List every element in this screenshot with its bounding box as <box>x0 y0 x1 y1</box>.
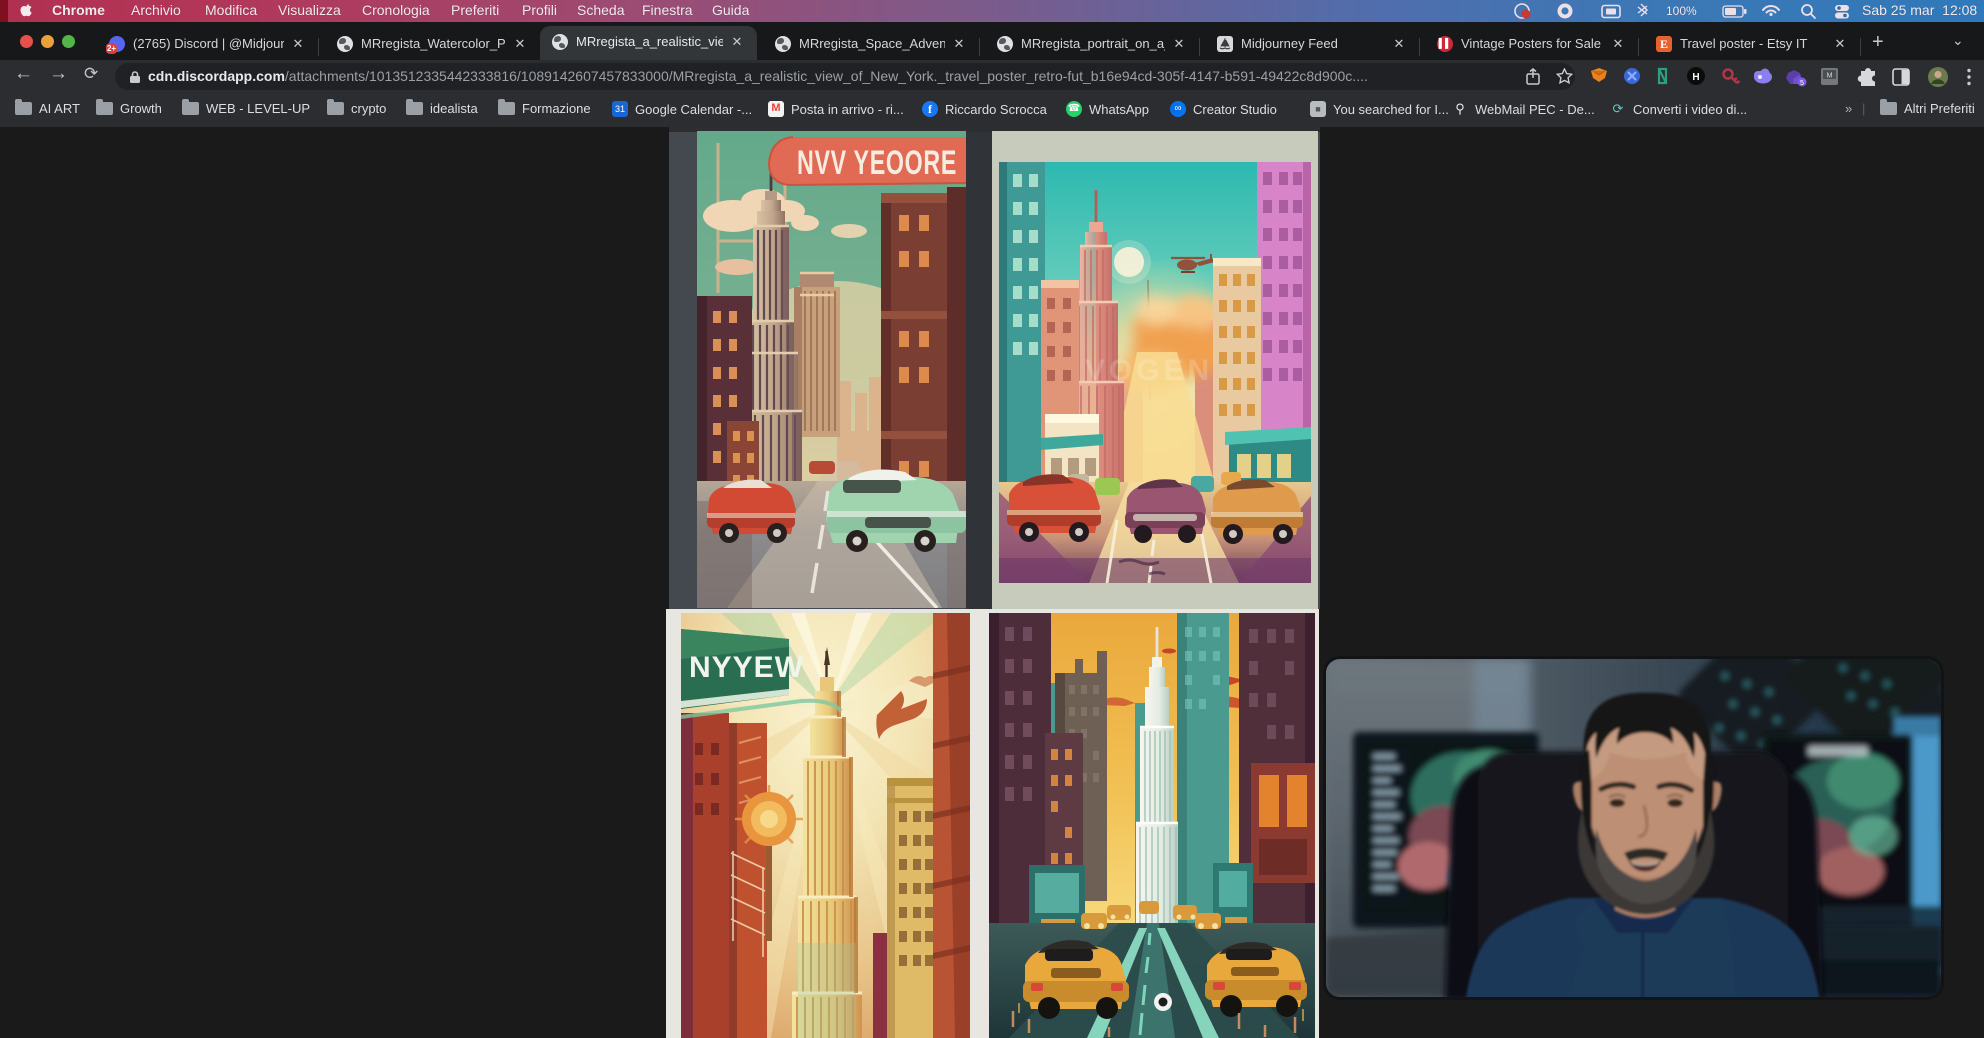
svg-text:5: 5 <box>1800 80 1804 87</box>
svg-text:VOGEN: VOGEN <box>1085 354 1213 387</box>
svg-text:M: M <box>1827 73 1833 80</box>
svg-text:NVV YEOORE: NVV YEOORE <box>797 144 957 182</box>
svg-text:NYYEW: NYYEW <box>689 651 804 684</box>
svg-text:H: H <box>1692 72 1699 83</box>
